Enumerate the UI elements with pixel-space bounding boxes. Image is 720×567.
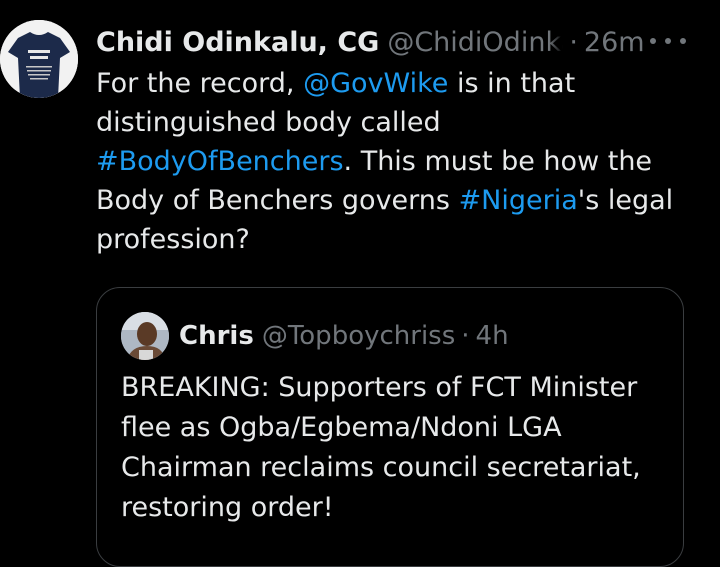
quoted-author-name[interactable]: Chris (179, 321, 254, 351)
tweet-text: For the record, @GovWike is in that disti… (96, 64, 696, 259)
more-dot (650, 38, 656, 44)
text-segment: distinguished body called (96, 107, 441, 138)
quoted-text-line: Chairman reclaims council secretariat, (121, 452, 641, 483)
author-avatar[interactable] (0, 20, 78, 98)
hashtag-link[interactable]: #Nigeria (459, 185, 578, 216)
avatar-shirt-icon (0, 20, 78, 98)
quoted-tweet-text: BREAKING: Supporters of FCT Minister flee… (121, 368, 671, 528)
quoted-author-handle[interactable]: @Topboychriss (262, 321, 455, 351)
more-dot (665, 38, 671, 44)
quoted-timestamp[interactable]: 4h (476, 321, 509, 351)
tweet-header: Chidi Odinkalu, CG @ChidiOdinkalu · 26m (96, 22, 696, 62)
author-name[interactable]: Chidi Odinkalu, CG (96, 27, 379, 58)
quoted-tweet[interactable]: Chris @Topboychriss · 4h BREAKING: Suppo… (96, 287, 684, 567)
separator-dot: · (569, 26, 578, 58)
tweet-text-line: #BodyOfBenchers. This must be how the (96, 142, 696, 181)
author-handle[interactable]: @ChidiOdinkalu (387, 26, 564, 58)
quoted-author-avatar[interactable] (121, 312, 169, 360)
quoted-text-line: BREAKING: Supporters of FCT Minister (121, 372, 638, 403)
more-options-icon[interactable] (650, 30, 686, 52)
avatar-person-icon (121, 312, 169, 360)
tweet-text-line: For the record, @GovWike is in that (96, 64, 696, 103)
tweet-text-line: profession? (96, 220, 696, 259)
text-segment: Body of Benchers governs (96, 185, 459, 216)
mention-link[interactable]: @GovWike (303, 68, 448, 99)
separator-dot: · (461, 321, 470, 351)
more-dot (680, 38, 686, 44)
text-segment: profession? (96, 224, 250, 255)
tweet-text-line: distinguished body called (96, 103, 696, 142)
quoted-text-line: restoring order! (121, 492, 334, 523)
text-segment: For the record, (96, 68, 304, 99)
text-segment: is in that (448, 68, 576, 99)
tweet-text-line: Body of Benchers governs #Nigeria's lega… (96, 181, 696, 220)
timestamp[interactable]: 26m (584, 27, 645, 58)
tweet[interactable]: Chidi Odinkalu, CG @ChidiOdinkalu · 26m … (0, 0, 720, 567)
text-segment: . This must be how the (343, 146, 653, 177)
quoted-text-line: flee as Ogba/Egbema/Ndoni LGA (121, 412, 562, 443)
text-segment: 's legal (577, 185, 674, 216)
quoted-header: Chris @Topboychriss · 4h (179, 316, 509, 356)
hashtag-link[interactable]: #BodyOfBenchers (96, 146, 344, 177)
